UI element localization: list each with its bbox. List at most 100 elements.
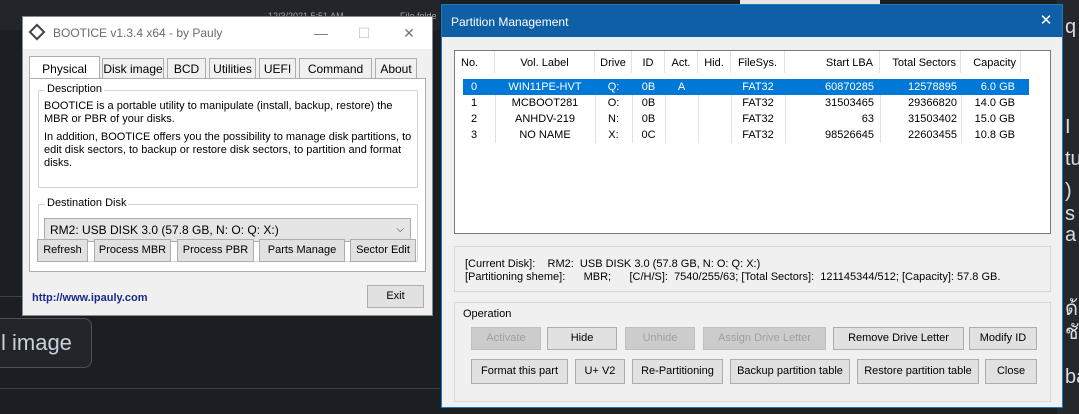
disk-info-panel: [Current Disk]: RM2: USB DISK 3.0 (57.8 … xyxy=(454,246,1051,292)
current-disk-info: [Current Disk]: RM2: USB DISK 3.0 (57.8 … xyxy=(465,258,761,270)
partition-cell-total: 22603455 xyxy=(908,129,957,141)
partition-cell-start: 98526645 xyxy=(825,129,874,141)
tab-command-line[interactable]: Command line xyxy=(299,58,372,96)
assign-drive-letter-button: Assign Drive Letter xyxy=(703,327,826,350)
background-glyph: tu xyxy=(1065,148,1079,170)
partition-cell-label: NO NAME xyxy=(519,129,571,141)
partition-cell-drive: O: xyxy=(607,97,620,109)
remove-drive-letter-button[interactable]: Remove Drive Letter xyxy=(833,327,964,350)
operation-label: Operation xyxy=(463,308,512,320)
background-glyph: I xyxy=(1065,116,1071,138)
column-header-hid[interactable]: Hid. xyxy=(698,51,731,73)
exit-button[interactable]: Exit xyxy=(367,285,424,308)
bootice-title-bar[interactable]: BOOTICE v1.3.4 x64 - by Pauly — ☐ ✕ xyxy=(23,17,432,49)
format-this-part-button[interactable]: Format this part xyxy=(471,359,568,384)
column-header-id[interactable]: ID xyxy=(632,51,665,73)
column-header-drive[interactable]: Drive xyxy=(595,51,632,73)
partition-cell-no: 0 xyxy=(471,81,478,93)
partition-row[interactable]: 1 MCBOOT281 O: 0B FAT32 31503465 29366820 14.0 … xyxy=(463,95,1029,111)
re-partitioning-button[interactable]: Re-Partitioning xyxy=(632,359,723,384)
partition-row[interactable]: 0 WIN11PE-HVT Q: 0B A FAT32 60870285 12578895 6.… xyxy=(463,79,1029,95)
partition-row[interactable]: 3 NO NAME X: 0C FAT32 98526645 22603455 10.8 GB xyxy=(463,127,1029,143)
unhide-button: Unhide xyxy=(625,327,695,350)
partition-cell-no: 1 xyxy=(471,97,478,109)
operation-group: Operation Activate Hide Unhide Assign Dr… xyxy=(454,302,1051,402)
partition-cell-id: 0B xyxy=(641,81,656,93)
process-mbr-button[interactable]: Process MBR xyxy=(94,239,171,262)
partitioning-info: [Partitioning sheme]: MBR; [C/H/S]: 7540… xyxy=(465,271,1001,283)
partition-cell-total: 29366820 xyxy=(908,97,957,109)
partition-cell-hid xyxy=(698,111,731,127)
partition-list[interactable]: No. Vol. Label Drive ID Act. Hid. FileSy… xyxy=(454,50,1051,234)
website-link[interactable]: http://www.ipauly.com xyxy=(32,292,148,304)
partition-cell-drive: X: xyxy=(608,129,619,141)
column-header-filesys[interactable]: FileSys. xyxy=(731,51,785,73)
background-divider-bottom xyxy=(0,388,440,389)
maximize-icon: ☐ xyxy=(357,25,371,41)
tab-disk-image[interactable]: Disk image xyxy=(102,58,164,78)
process-pbr-button[interactable]: Process PBR xyxy=(177,239,254,262)
tab-uefi[interactable]: UEFI xyxy=(259,58,296,78)
partition-cell-label: WIN11PE-HVT xyxy=(508,81,582,93)
partition-cell-total: 31503402 xyxy=(908,113,957,125)
close-icon[interactable]: ✕ xyxy=(1036,11,1056,31)
partition-cell-drive: Q: xyxy=(607,81,620,93)
minimize-icon[interactable]: — xyxy=(306,23,336,43)
column-header-no[interactable]: No. xyxy=(461,51,495,73)
hide-button[interactable]: Hide xyxy=(547,327,617,350)
column-header-total-sectors[interactable]: Total Sectors xyxy=(880,51,961,73)
partition-cell-act xyxy=(665,95,698,111)
refresh-button[interactable]: Refresh xyxy=(37,239,88,262)
partition-cell-no: 2 xyxy=(471,113,478,125)
partition-cell-label: MCBOOT281 xyxy=(511,97,579,109)
restore-partition-table-button[interactable]: Restore partition table xyxy=(857,359,979,384)
description-text-2: In addition, BOOTICE offers you the poss… xyxy=(44,131,412,169)
partition-cell-id: 0B xyxy=(641,97,656,109)
bootice-title: BOOTICE v1.3.4 x64 - by Pauly xyxy=(53,26,223,40)
sector-edit-button[interactable]: Sector Edit xyxy=(350,239,416,262)
background-glyph: a xyxy=(1065,224,1077,246)
column-header-start-lba[interactable]: Start LBA xyxy=(785,51,880,73)
partition-cell-act xyxy=(665,127,698,143)
column-header-act[interactable]: Act. xyxy=(665,51,698,73)
partition-title-bar[interactable]: Partition Management ✕ xyxy=(442,5,1062,37)
partition-cell-fs: FAT32 xyxy=(742,81,774,93)
backup-partition-table-button[interactable]: Backup partition table xyxy=(730,359,850,384)
background-glyph: ba xyxy=(1065,366,1079,388)
partition-cell-cap: 10.8 GB xyxy=(974,129,1015,141)
background-image-button[interactable]: l image xyxy=(0,318,92,368)
partition-cell-cap: 14.0 GB xyxy=(974,97,1015,109)
destination-disk-value: RM2: USB DISK 3.0 (57.8 GB, N: O: Q: X:) xyxy=(50,223,279,237)
partition-cell-fs: FAT32 xyxy=(742,113,774,125)
u-v2-button[interactable]: U+ V2 xyxy=(575,359,625,384)
description-text-1: BOOTICE is a portable utility to manipul… xyxy=(44,100,393,125)
destination-disk-label: Destination Disk xyxy=(45,197,129,209)
partition-cell-start: 60870285 xyxy=(825,81,874,93)
partition-cell-cap: 6.0 GB xyxy=(980,81,1015,93)
chevron-down-icon: ⌵ xyxy=(396,224,404,235)
partition-cell-fs: FAT32 xyxy=(742,129,774,141)
close-button[interactable]: Close xyxy=(985,359,1037,384)
partition-title: Partition Management xyxy=(451,15,569,29)
tab-bcd[interactable]: BCD xyxy=(167,58,206,78)
background-glyph: q xyxy=(1065,16,1077,38)
partition-cell-start: 31503465 xyxy=(825,97,874,109)
bootice-window: BOOTICE v1.3.4 x64 - by Pauly — ☐ ✕ Phys… xyxy=(22,16,433,316)
partition-cell-hid xyxy=(698,95,731,111)
modify-id-button[interactable]: Modify ID xyxy=(969,327,1037,350)
partition-row[interactable]: 2 ANHDV-219 N: 0B FAT32 63 31503402 15.0 GB xyxy=(463,111,1029,127)
tab-utilities[interactable]: Utilities xyxy=(209,58,256,78)
partition-cell-cap: 15.0 GB xyxy=(974,113,1015,125)
description-group: Description BOOTICE is a portable utilit… xyxy=(38,83,418,188)
column-header-vol-label[interactable]: Vol. Label xyxy=(495,51,595,73)
tab-physical-disk[interactable]: Physical disk xyxy=(29,56,100,100)
tab-about[interactable]: About xyxy=(375,58,417,78)
parts-manage-button[interactable]: Parts Manage xyxy=(259,239,345,262)
partition-cell-label: ANHDV-219 xyxy=(515,113,575,125)
partition-cell-act xyxy=(665,111,698,127)
close-icon[interactable]: ✕ xyxy=(394,23,424,43)
partition-cell-drive: N: xyxy=(608,113,619,125)
partition-cell-fs: FAT32 xyxy=(742,97,774,109)
background-glyph: ) s xyxy=(1065,180,1075,225)
column-header-capacity[interactable]: Capacity xyxy=(961,51,1021,73)
